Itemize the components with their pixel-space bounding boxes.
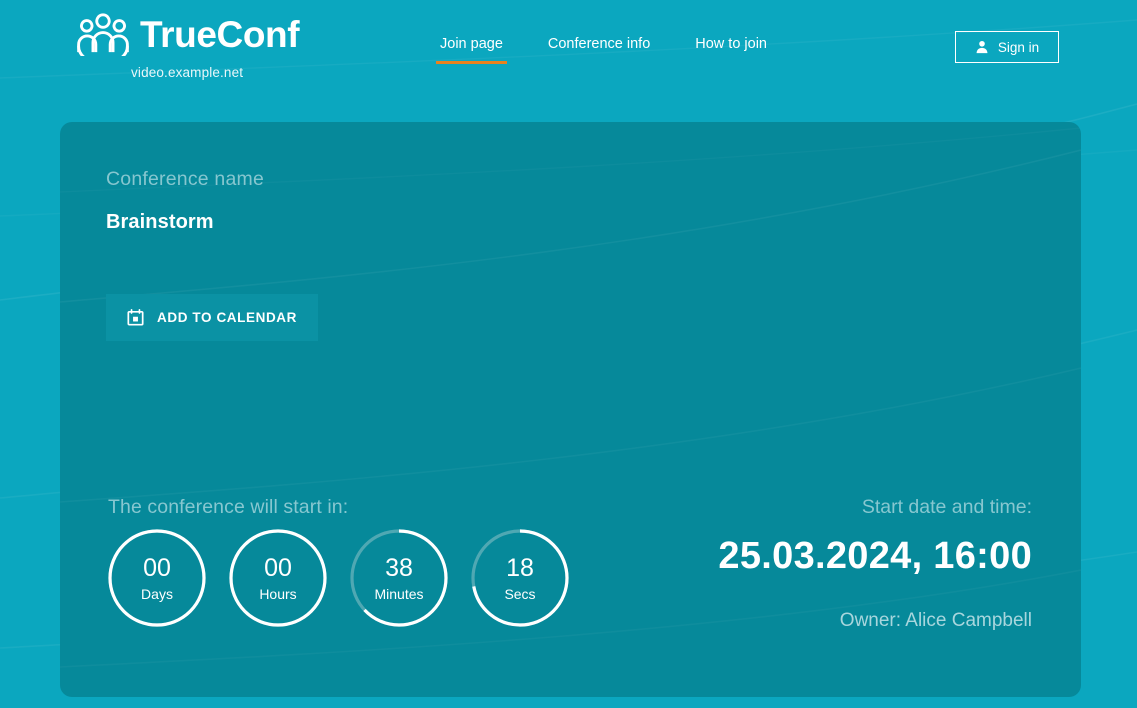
conference-name-value: Brainstorm xyxy=(106,211,214,233)
start-date-label: Start date and time: xyxy=(861,496,1032,518)
logo-text: TrueConf xyxy=(140,13,300,55)
page-root: TrueConf video.example.net Join page Con… xyxy=(0,0,1137,708)
conference-card: Conference name Brainstorm ADD TO CALEND… xyxy=(60,122,1081,697)
sign-in-label: Sign in xyxy=(997,39,1040,55)
minutes-value: 38 xyxy=(385,553,413,582)
sign-in-button[interactable]: Sign in xyxy=(955,31,1059,63)
minutes-unit-label: Minutes xyxy=(374,585,424,602)
nav-item-conference-info[interactable]: Conference info xyxy=(548,36,650,64)
countdown-label: The conference will start in: xyxy=(108,496,349,518)
countdown-unit-secs: 18 Secs xyxy=(470,528,570,628)
logo-block[interactable]: TrueConf video.example.net xyxy=(75,12,300,80)
countdown-unit-hours: 00 Hours xyxy=(228,528,328,628)
owner-label: Owner: Alice Campbell xyxy=(839,610,1032,631)
secs-unit-label: Secs xyxy=(504,585,536,602)
site-domain: video.example.net xyxy=(131,65,244,80)
logo-row: TrueConf xyxy=(75,12,300,56)
countdown-unit-minutes: 38 Minutes xyxy=(349,528,449,628)
secs-value: 18 xyxy=(506,553,534,582)
countdown-unit-days: 00 Days xyxy=(107,528,207,628)
site-header: TrueConf video.example.net Join page Con… xyxy=(0,0,1137,100)
nav-item-join-page[interactable]: Join page xyxy=(436,36,507,64)
days-unit-label: Days xyxy=(141,585,173,602)
hours-unit-label: Hours xyxy=(259,585,297,602)
add-to-calendar-button[interactable]: ADD TO CALENDAR xyxy=(106,294,318,341)
conference-name-label: Conference name xyxy=(106,168,265,190)
person-icon xyxy=(976,40,988,54)
days-value: 00 xyxy=(143,553,171,582)
hours-value: 00 xyxy=(264,553,292,582)
calendar-icon xyxy=(127,309,144,326)
main-navigation: Join page Conference info How to join xyxy=(436,36,767,64)
group-people-icon xyxy=(77,13,129,56)
nav-item-how-to-join[interactable]: How to join xyxy=(695,36,767,64)
add-to-calendar-label: ADD TO CALENDAR xyxy=(157,310,297,325)
countdown-circles: 00 Days 00 Hours 38 Minutes 18 Secs xyxy=(107,528,570,628)
start-date-value: 25.03.2024, 16:00 xyxy=(718,535,1032,577)
